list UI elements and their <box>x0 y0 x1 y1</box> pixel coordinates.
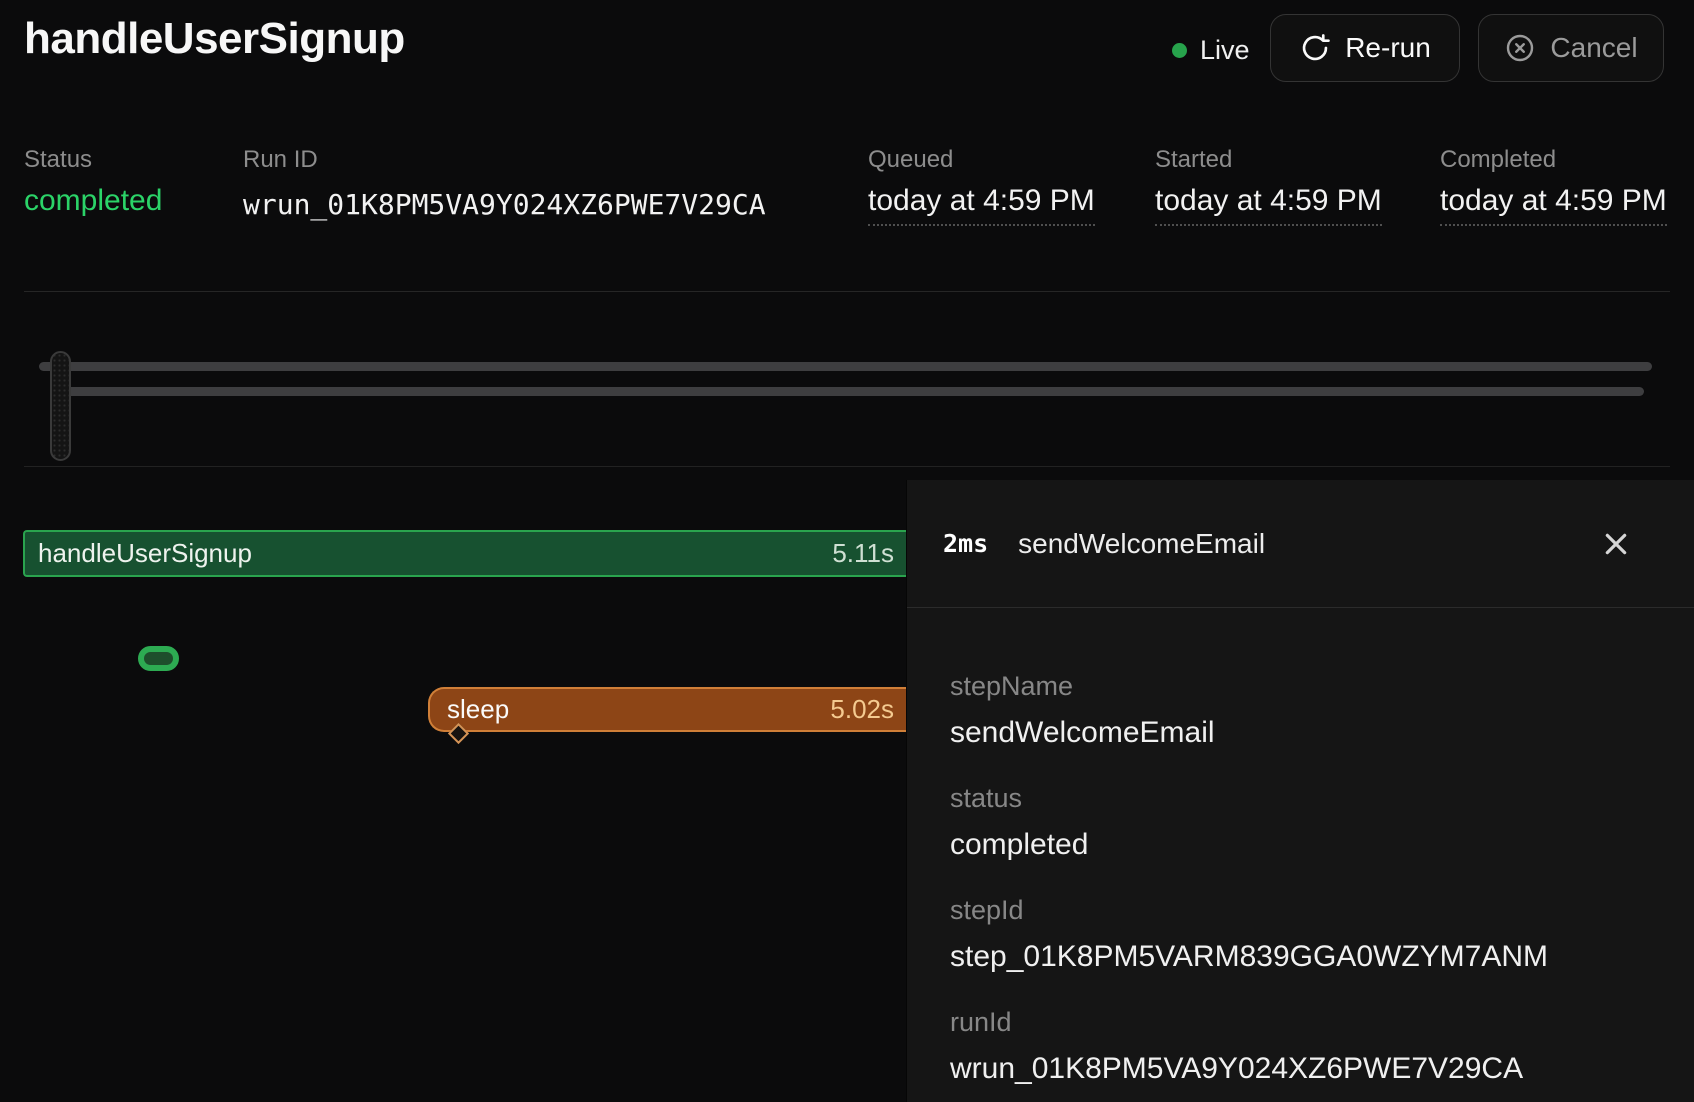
span-duration: 5.11s <box>832 538 906 569</box>
step-detail-fields: stepName sendWelcomeEmail status complet… <box>950 670 1548 1102</box>
run-id-label: Run ID <box>243 146 318 174</box>
gantt-span-sendWelcomeEmail-pill[interactable] <box>138 646 179 671</box>
status-label: Status <box>24 146 92 174</box>
step-detail-title: sendWelcomeEmail <box>1018 528 1265 560</box>
cancel-button-label: Cancel <box>1550 32 1637 64</box>
refresh-icon <box>1299 32 1331 64</box>
cancel-circle-x-icon <box>1504 32 1536 64</box>
minimap-step-span-bar <box>62 387 1644 396</box>
field-stepId: stepId step_01K8PM5VARM839GGA0WZYM7ANM <box>950 894 1548 976</box>
field-label: stepName <box>950 670 1548 702</box>
status-value: completed <box>24 184 162 218</box>
minimap-zoom-handle[interactable] <box>50 351 71 461</box>
field-stepName: stepName sendWelcomeEmail <box>950 670 1548 752</box>
started-value[interactable]: today at 4:59 PM <box>1155 184 1382 226</box>
field-value: completed <box>950 826 1548 864</box>
live-status: Live <box>1172 30 1250 70</box>
header-divider <box>24 291 1670 292</box>
rerun-button-label: Re-run <box>1345 32 1431 64</box>
field-value: sendWelcomeEmail <box>950 714 1548 752</box>
gantt-span-sleep[interactable]: sleep 5.02s <box>428 687 906 732</box>
rerun-button[interactable]: Re-run <box>1270 14 1460 82</box>
close-icon[interactable] <box>1600 528 1632 560</box>
completed-value[interactable]: today at 4:59 PM <box>1440 184 1667 226</box>
queued-value[interactable]: today at 4:59 PM <box>868 184 1095 226</box>
step-detail-panel: 2ms sendWelcomeEmail stepName sendWelcom… <box>906 480 1694 1102</box>
minimap-root-span-bar <box>39 362 1652 371</box>
step-duration-badge: 2ms <box>943 529 988 558</box>
page-title: handleUserSignup <box>24 14 405 64</box>
cancel-button[interactable]: Cancel <box>1478 14 1664 82</box>
field-label: runId <box>950 1006 1548 1038</box>
field-status: status completed <box>950 782 1548 864</box>
span-duration: 5.02s <box>830 694 906 725</box>
field-label: status <box>950 782 1548 814</box>
live-dot-icon <box>1172 43 1187 58</box>
field-value: step_01K8PM5VARM839GGA0WZYM7ANM <box>950 938 1548 976</box>
field-label: stepId <box>950 894 1548 926</box>
run-id-value: wrun_01K8PM5VA9Y024XZ6PWE7V29CA <box>243 188 766 221</box>
field-value: wrun_01K8PM5VA9Y024XZ6PWE7V29CA <box>950 1050 1548 1088</box>
completed-label: Completed <box>1440 146 1556 174</box>
gantt-span-handleUserSignup[interactable]: handleUserSignup 5.11s <box>23 530 906 577</box>
span-label: sleep <box>430 694 509 725</box>
live-label: Live <box>1200 35 1250 66</box>
step-detail-header: 2ms sendWelcomeEmail <box>907 480 1694 608</box>
minimap-divider <box>24 466 1670 467</box>
span-label: handleUserSignup <box>25 538 252 569</box>
workflow-run-page: handleUserSignup Live Re-run Cancel Stat… <box>0 0 1694 1102</box>
queued-label: Queued <box>868 146 953 174</box>
started-label: Started <box>1155 146 1232 174</box>
field-runId: runId wrun_01K8PM5VA9Y024XZ6PWE7V29CA <box>950 1006 1548 1088</box>
